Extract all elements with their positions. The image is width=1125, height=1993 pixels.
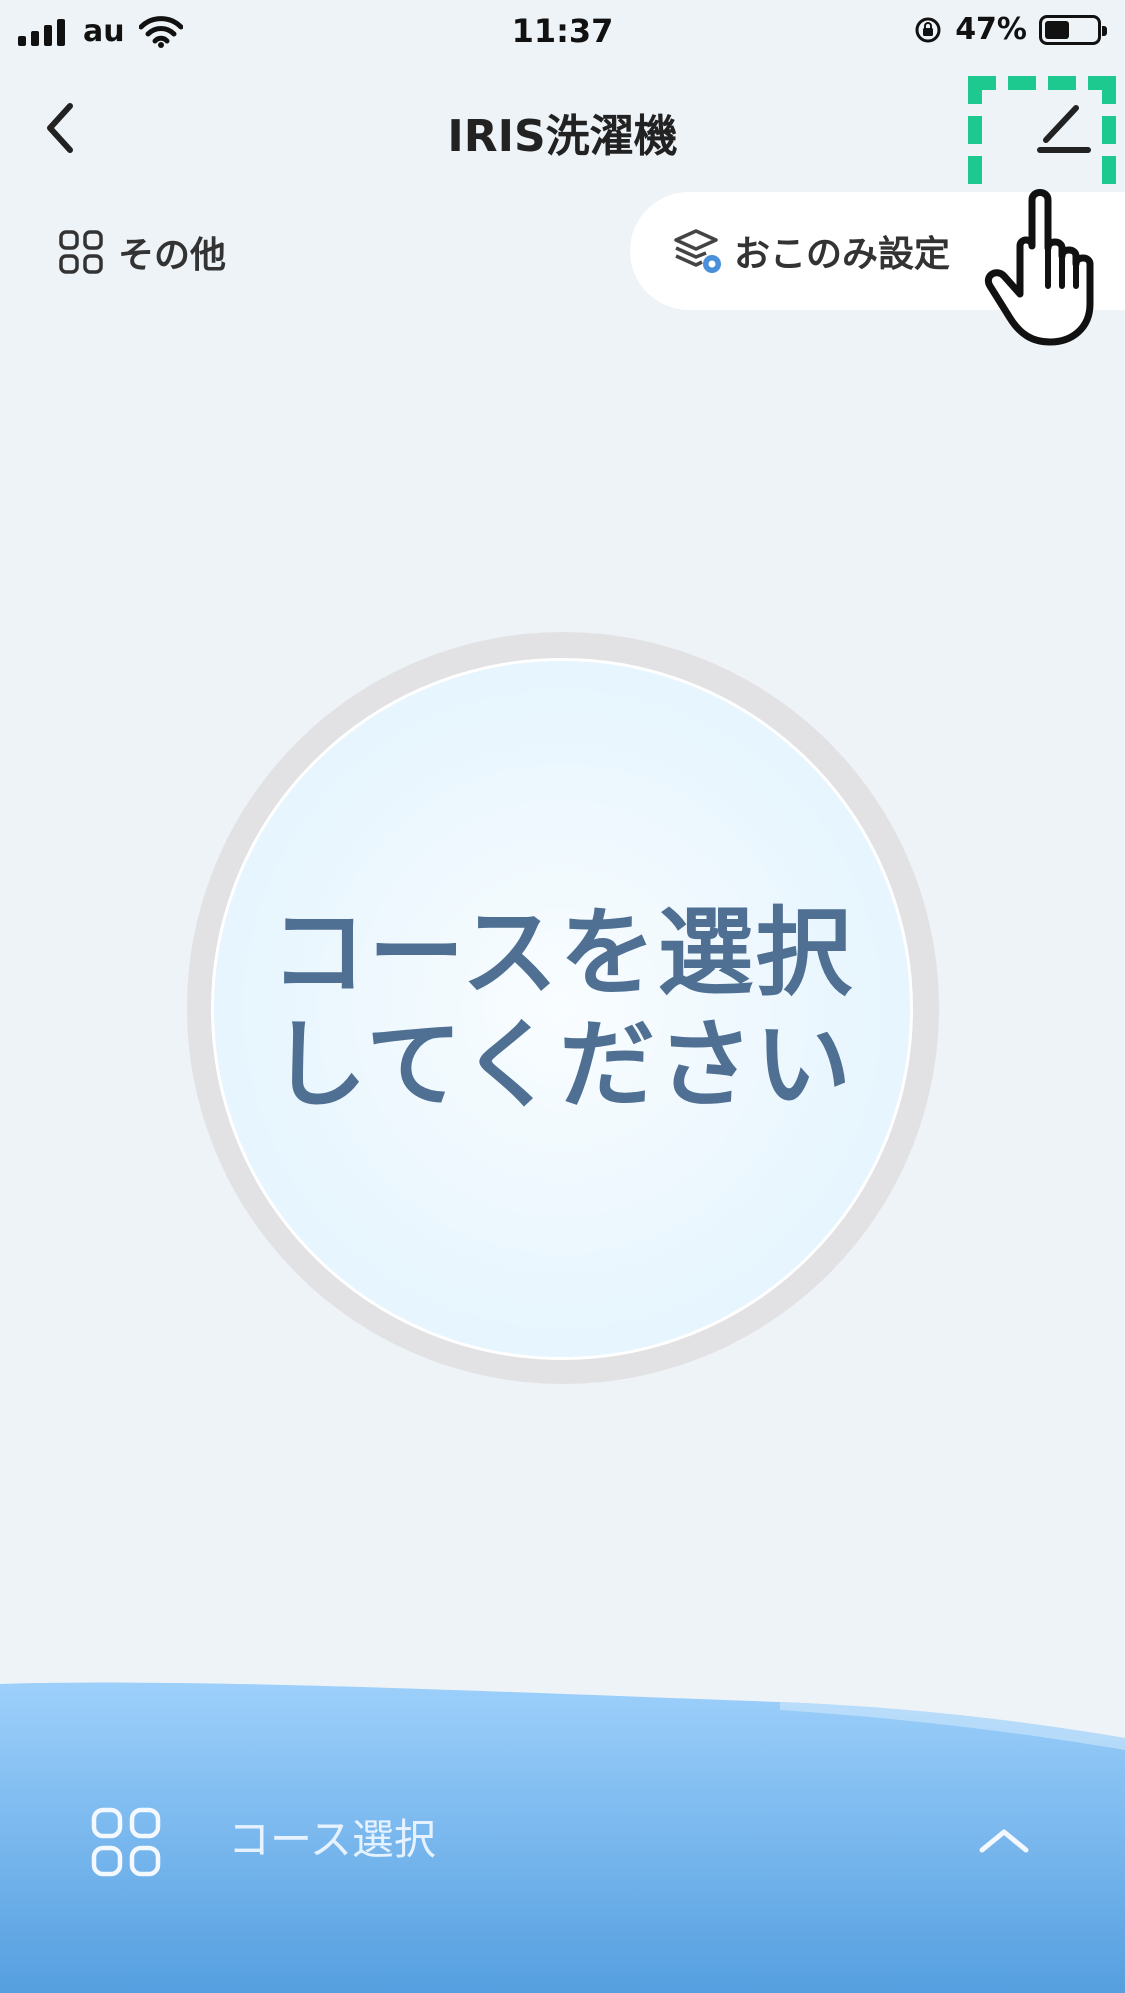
other-button[interactable]: その他 (58, 226, 226, 278)
rotation-lock-icon (915, 17, 941, 42)
battery-percent: 47% (955, 12, 1027, 47)
course-select-panel[interactable] (0, 1680, 1125, 1993)
dial-prompt-line1: コースを選択 (270, 897, 854, 1009)
layers-icon (674, 229, 721, 273)
hand-pointer-icon (985, 189, 1094, 346)
course-dial[interactable]: コースを選択 してください (211, 658, 913, 1360)
dial-prompt: コースを選択 してください (270, 897, 853, 1121)
course-select-label: コース選択 (228, 1815, 436, 1864)
chevron-up-icon[interactable] (976, 1822, 1032, 1858)
preference-settings-label: おこのみ設定 (734, 234, 951, 275)
battery-fill (1045, 20, 1069, 39)
status-right: 47% (913, 12, 1107, 47)
grid-icon (59, 230, 103, 274)
status-bar: au 11:37 47% (0, 0, 1125, 64)
course-grid-icon (91, 1807, 161, 1877)
dial-prompt-line2: してください (270, 1009, 854, 1121)
page-title: IRIS洗濯機 (447, 111, 678, 162)
battery-icon (1039, 14, 1107, 45)
other-label: その他 (118, 235, 227, 276)
